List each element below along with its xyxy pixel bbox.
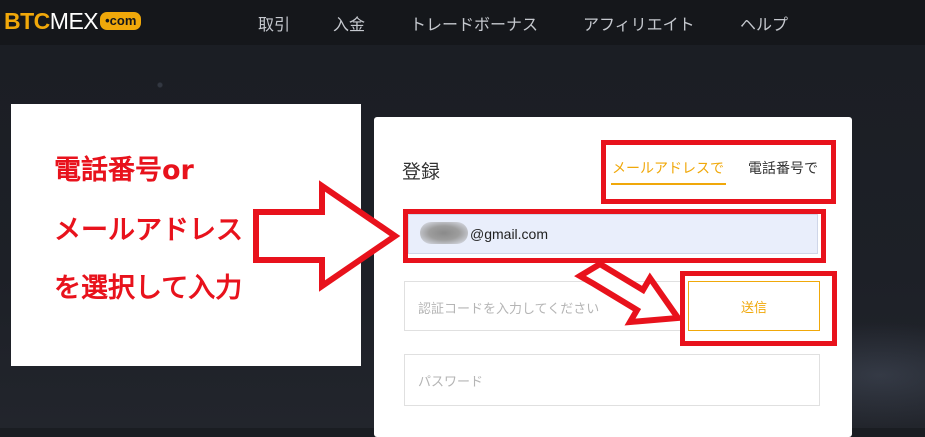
annotation-arrows bbox=[253, 180, 684, 326]
arrow-right-annotation-icon bbox=[253, 180, 401, 292]
arrow-down-right-annotation-icon bbox=[574, 260, 684, 326]
